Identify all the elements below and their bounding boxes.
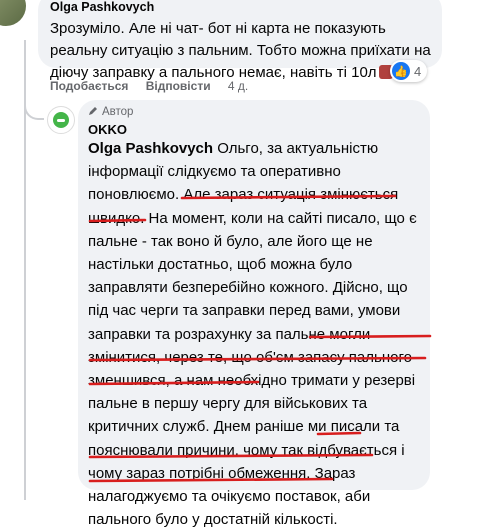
reply-bubble: Автор OKKO Olga Pashkovych Ольго, за акт… [78, 100, 430, 528]
like-icon: 👍 [392, 62, 410, 80]
reply-author[interactable]: OKKO [88, 122, 127, 137]
reply-text: Olga Pashkovych Ольго, за актуальністю і… [88, 137, 424, 531]
comment-text: Зрозуміло. Але ні чат- бот ні карта не п… [50, 18, 434, 84]
comment-actions: Подобається Відповісти 4 д. [50, 79, 262, 93]
comment-bubble: Olga Pashkovych Зрозуміло. Але ні чат- б… [38, 0, 442, 81]
author-badge-label: Автор [102, 106, 134, 118]
tagged-user[interactable]: Olga Pashkovych [88, 140, 213, 157]
thread-connector [24, 92, 44, 120]
okko-logo-icon [53, 112, 69, 128]
pen-icon [89, 107, 97, 115]
okko-avatar[interactable] [47, 106, 75, 134]
reply-text-content: Ольго, за актуальністю інформації слідку… [88, 140, 417, 529]
author-badge: Автор [88, 106, 133, 118]
reaction-count: 4 [414, 63, 422, 79]
reaction-summary[interactable]: 👍 4 [390, 60, 428, 82]
comment-timestamp[interactable]: 4 д. [228, 79, 248, 93]
commenter-avatar[interactable] [0, 0, 26, 26]
comment-text-content: Зрозуміло. Але ні чат- бот ні карта не п… [50, 20, 431, 81]
comment-author[interactable]: Olga Pashkovych [50, 0, 154, 14]
like-button[interactable]: Подобається [50, 79, 128, 93]
reply-button[interactable]: Відповісти [146, 79, 211, 93]
